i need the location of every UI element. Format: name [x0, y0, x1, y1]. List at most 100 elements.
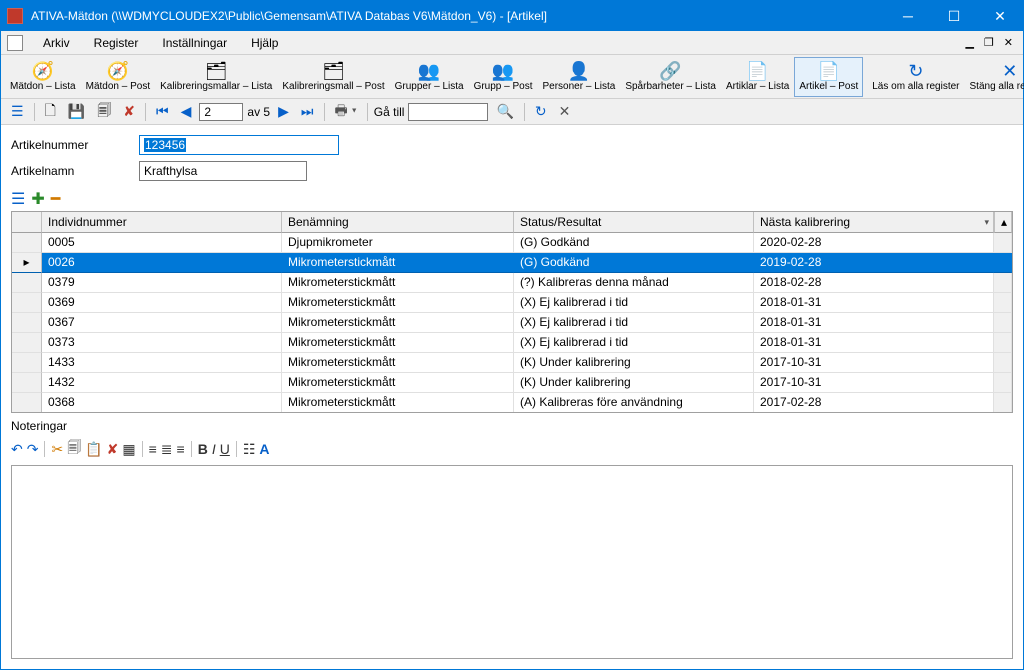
col-individnummer[interactable]: Individnummer: [42, 212, 282, 233]
minimize-button[interactable]: ─: [885, 1, 931, 31]
align-right-icon[interactable]: ≡: [177, 441, 185, 457]
copy-icon[interactable]: 🗐: [67, 437, 81, 461]
data-grid[interactable]: Individnummer Benämning Status/Resultat …: [11, 211, 1013, 413]
table-row[interactable]: ▸0026Mikrometerstickmått(G) Godkänd2019-…: [12, 253, 1012, 273]
toolbar-label: Grupper – Lista: [395, 81, 464, 93]
toolbar-right-btn-0[interactable]: ↻Läs om alla register: [867, 57, 964, 97]
artikelnummer-field[interactable]: 123456: [139, 135, 339, 155]
artikelnamn-field[interactable]: [139, 161, 307, 181]
table-row[interactable]: 0369Mikrometerstickmått(X) Ej kalibrerad…: [12, 293, 1012, 313]
row-indicator: [12, 313, 42, 333]
toolbar-btn-6[interactable]: 👤Personer – Lista: [538, 57, 621, 97]
toolbar-icon: 🗂: [205, 61, 228, 81]
new-record-icon[interactable]: 🗋: [41, 98, 60, 126]
first-record-icon[interactable]: ⏮: [152, 101, 173, 122]
cell-status: (G) Godkänd: [514, 253, 754, 273]
scroll-track[interactable]: [994, 393, 1012, 412]
toolbar-btn-9[interactable]: 📄Artikel – Post: [794, 57, 863, 97]
save-icon[interactable]: 💾: [64, 101, 89, 122]
delete-record-icon[interactable]: ✘: [119, 101, 139, 122]
col-nasta-kalibrering[interactable]: Nästa kalibrering▾: [754, 212, 994, 233]
notes-label: Noteringar: [1, 413, 1023, 435]
table-row[interactable]: 1433Mikrometerstickmått(K) Under kalibre…: [12, 353, 1012, 373]
grid-add-icon[interactable]: ✚: [31, 189, 44, 209]
col-benamning[interactable]: Benämning: [282, 212, 514, 233]
toolbar-btn-4[interactable]: 👥Grupper – Lista: [390, 57, 469, 97]
close-button[interactable]: ✕: [977, 1, 1023, 31]
toolbar-label: Artiklar – Lista: [726, 81, 789, 93]
table-row[interactable]: 0005Djupmikrometer(G) Godkänd2020-02-28: [12, 233, 1012, 253]
toolbar-btn-3[interactable]: 🗂Kalibreringsmall – Post: [277, 57, 389, 97]
print-icon[interactable]: 🖶 ▾: [331, 98, 361, 126]
cell-id: 0368: [42, 393, 282, 412]
table-row[interactable]: 1432Mikrometerstickmått(K) Under kalibre…: [12, 373, 1012, 393]
toolbar-btn-1[interactable]: 🧭Mätdon – Post: [81, 57, 155, 97]
goto-input[interactable]: [408, 103, 488, 121]
toolbar-btn-8[interactable]: 📄Artiklar – Lista: [721, 57, 794, 97]
font-icon[interactable]: A: [259, 441, 269, 457]
form-area: Artikelnummer 123456 Artikelnamn: [1, 125, 1023, 187]
table-row[interactable]: 0373Mikrometerstickmått(X) Ej kalibrerad…: [12, 333, 1012, 353]
toolbar-btn-0[interactable]: 🧭Mätdon – Lista: [5, 57, 81, 97]
toolbar-btn-7[interactable]: 🔗Spårbarheter – Lista: [620, 57, 721, 97]
scroll-track[interactable]: [994, 313, 1012, 333]
paste-icon[interactable]: 📋: [85, 441, 102, 458]
scroll-track[interactable]: [994, 353, 1012, 373]
window-title: ATIVA-Mätdon (\\WDMYCLOUDEX2\Public\Geme…: [29, 9, 885, 23]
cell-ben: Mikrometerstickmått: [282, 353, 514, 373]
scroll-up-button[interactable]: ▴: [994, 212, 1012, 233]
table-row[interactable]: 0368Mikrometerstickmått(A) Kalibreras fö…: [12, 393, 1012, 412]
mdi-minimize-button[interactable]: ▁: [961, 36, 977, 49]
table-row[interactable]: 0379Mikrometerstickmått(?) Kalibreras de…: [12, 273, 1012, 293]
scroll-track[interactable]: [994, 333, 1012, 353]
close-form-icon[interactable]: ✕: [555, 101, 575, 122]
grid-remove-icon[interactable]: ━: [51, 189, 61, 209]
cell-date: 2018-01-31: [754, 293, 994, 313]
select-all-icon[interactable]: ▦: [122, 441, 135, 458]
menu-register[interactable]: Register: [84, 34, 149, 52]
align-left-icon[interactable]: ≡: [149, 441, 157, 457]
page-number-input[interactable]: [199, 103, 243, 121]
last-record-icon[interactable]: ⏭: [297, 101, 318, 122]
scroll-track[interactable]: [994, 233, 1012, 253]
scroll-track[interactable]: [994, 293, 1012, 313]
cell-status: (?) Kalibreras denna månad: [514, 273, 754, 293]
col-status[interactable]: Status/Resultat: [514, 212, 754, 233]
mdi-controls: ▁ ❐ ✕: [961, 36, 1017, 49]
notes-textarea[interactable]: [11, 465, 1013, 659]
redo-icon[interactable]: ↷: [27, 441, 39, 458]
mdi-restore-button[interactable]: ❐: [980, 36, 998, 49]
toolbar-btn-5[interactable]: 👥Grupp – Post: [469, 57, 538, 97]
toolbar-icon: 🧭: [107, 61, 129, 81]
menu-hjalp[interactable]: Hjälp: [241, 34, 288, 52]
refresh-icon[interactable]: ↻: [531, 101, 551, 122]
prev-record-icon[interactable]: ◀: [177, 101, 196, 122]
scroll-track[interactable]: [994, 253, 1012, 273]
cell-ben: Mikrometerstickmått: [282, 333, 514, 353]
toolbar-btn-2[interactable]: 🗂Kalibreringsmallar – Lista: [155, 57, 277, 97]
italic-icon[interactable]: I: [212, 441, 216, 457]
scroll-track[interactable]: [994, 273, 1012, 293]
next-record-icon[interactable]: ▶: [274, 101, 293, 122]
bullet-list-icon[interactable]: ☷: [243, 441, 256, 458]
grid-toolbar: ☰ ✚ ━: [1, 187, 1023, 211]
maximize-button[interactable]: ☐: [931, 1, 977, 31]
underline-icon[interactable]: U: [220, 441, 230, 457]
toolbar-right-btn-1[interactable]: ✕Stäng alla register: [965, 57, 1024, 97]
row-indicator: ▸: [12, 253, 42, 273]
delete-icon[interactable]: ✘: [107, 441, 119, 458]
list-view-icon[interactable]: ☰: [7, 101, 28, 122]
mdi-close-button[interactable]: ✕: [1000, 36, 1017, 49]
cell-date: 2019-02-28: [754, 253, 994, 273]
align-center-icon[interactable]: ≣: [161, 441, 173, 458]
scroll-track[interactable]: [994, 373, 1012, 393]
grid-list-icon[interactable]: ☰: [11, 189, 25, 209]
table-row[interactable]: 0367Mikrometerstickmått(X) Ej kalibrerad…: [12, 313, 1012, 333]
search-icon[interactable]: 🔍: [492, 101, 517, 122]
cut-icon[interactable]: ✂: [51, 441, 63, 458]
menu-arkiv[interactable]: Arkiv: [33, 34, 80, 52]
undo-icon[interactable]: ↶: [11, 441, 23, 458]
copy-record-icon[interactable]: 🗐: [93, 98, 115, 126]
menu-installningar[interactable]: Inställningar: [152, 34, 237, 52]
bold-icon[interactable]: B: [198, 441, 208, 457]
